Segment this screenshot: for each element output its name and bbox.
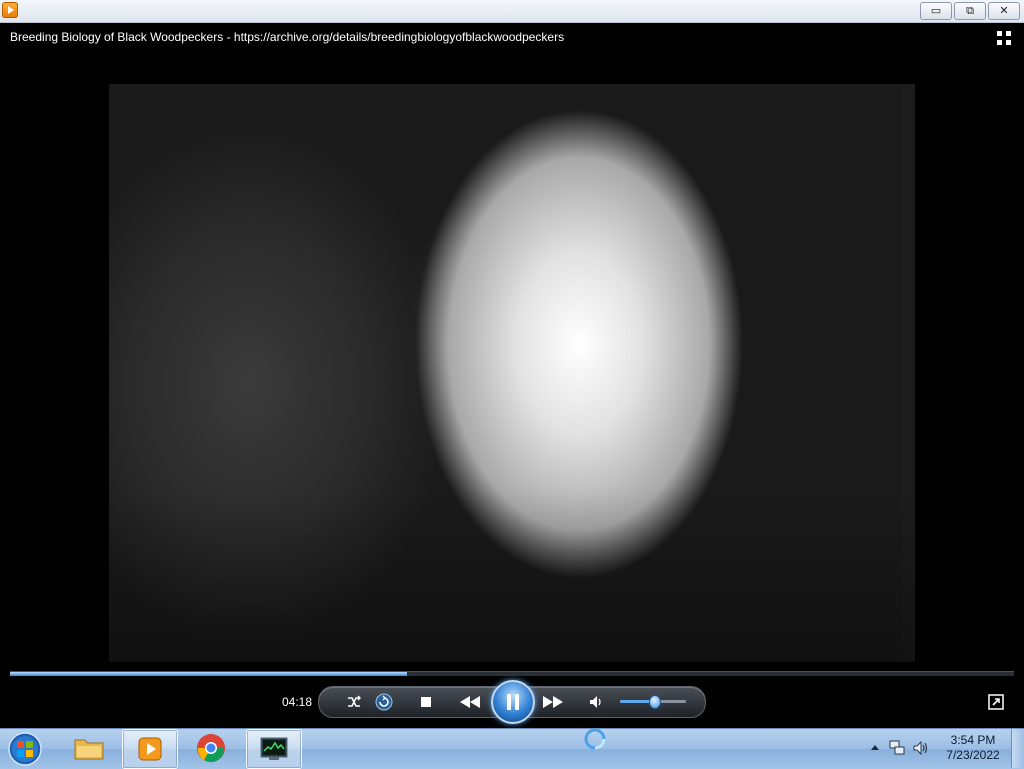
rewind-icon <box>460 696 480 708</box>
task-manager-icon <box>260 737 288 760</box>
video-title: Breeding Biology of Black Woodpeckers - … <box>10 30 565 44</box>
seek-bar[interactable] <box>10 671 1014 676</box>
show-hidden-icons-icon[interactable] <box>870 743 880 751</box>
busy-cursor-icon <box>584 728 606 750</box>
seek-progress <box>10 672 407 676</box>
speaker-icon <box>590 696 601 708</box>
repeat-icon <box>375 693 393 711</box>
close-button[interactable]: ✕ <box>988 2 1020 20</box>
elapsed-time: 04:18 <box>282 695 313 709</box>
window-titlebar: ▭ ⧉ ✕ <box>0 0 1024 23</box>
mute-button[interactable] <box>585 687 607 717</box>
pause-icon <box>507 694 519 710</box>
pause-button[interactable] <box>491 680 535 724</box>
volume-tray-icon[interactable] <box>912 739 930 757</box>
taskbar-explorer[interactable] <box>62 729 116 767</box>
clock-date: 7/23/2022 <box>946 748 1000 762</box>
video-border <box>901 84 915 662</box>
media-player-icon[interactable] <box>2 2 18 18</box>
media-player-icon <box>138 737 162 761</box>
restore-button[interactable]: ⧉ <box>954 2 986 20</box>
rewind-button[interactable] <box>455 687 485 717</box>
clock-time: 3:54 PM <box>950 733 996 747</box>
stop-button[interactable] <box>415 687 437 717</box>
fast-forward-button[interactable] <box>538 687 568 717</box>
taskbar-media-player[interactable] <box>122 729 178 769</box>
switch-to-library-icon[interactable] <box>988 694 1004 710</box>
folder-icon <box>74 739 104 760</box>
show-desktop-button[interactable] <box>1011 729 1024 768</box>
fast-forward-icon <box>543 696 563 708</box>
system-tray <box>866 736 936 760</box>
shuffle-button[interactable] <box>343 687 365 717</box>
video-frame[interactable] <box>109 84 915 662</box>
minimize-button[interactable]: ▭ <box>920 2 952 20</box>
network-icon[interactable] <box>888 739 906 757</box>
start-button[interactable] <box>5 731 45 767</box>
exit-fullscreen-icon[interactable] <box>996 30 1012 46</box>
repeat-button[interactable] <box>373 687 395 717</box>
chrome-icon <box>197 734 225 763</box>
shuffle-icon <box>348 695 361 707</box>
taskbar-task-manager[interactable] <box>246 729 302 769</box>
volume-slider[interactable] <box>620 695 686 709</box>
window-controls: ▭ ⧉ ✕ <box>920 2 1020 20</box>
stop-icon <box>421 697 431 707</box>
taskbar-chrome[interactable] <box>184 729 238 767</box>
taskbar-clock[interactable]: 3:54 PM 7/23/2022 <box>944 733 1002 763</box>
